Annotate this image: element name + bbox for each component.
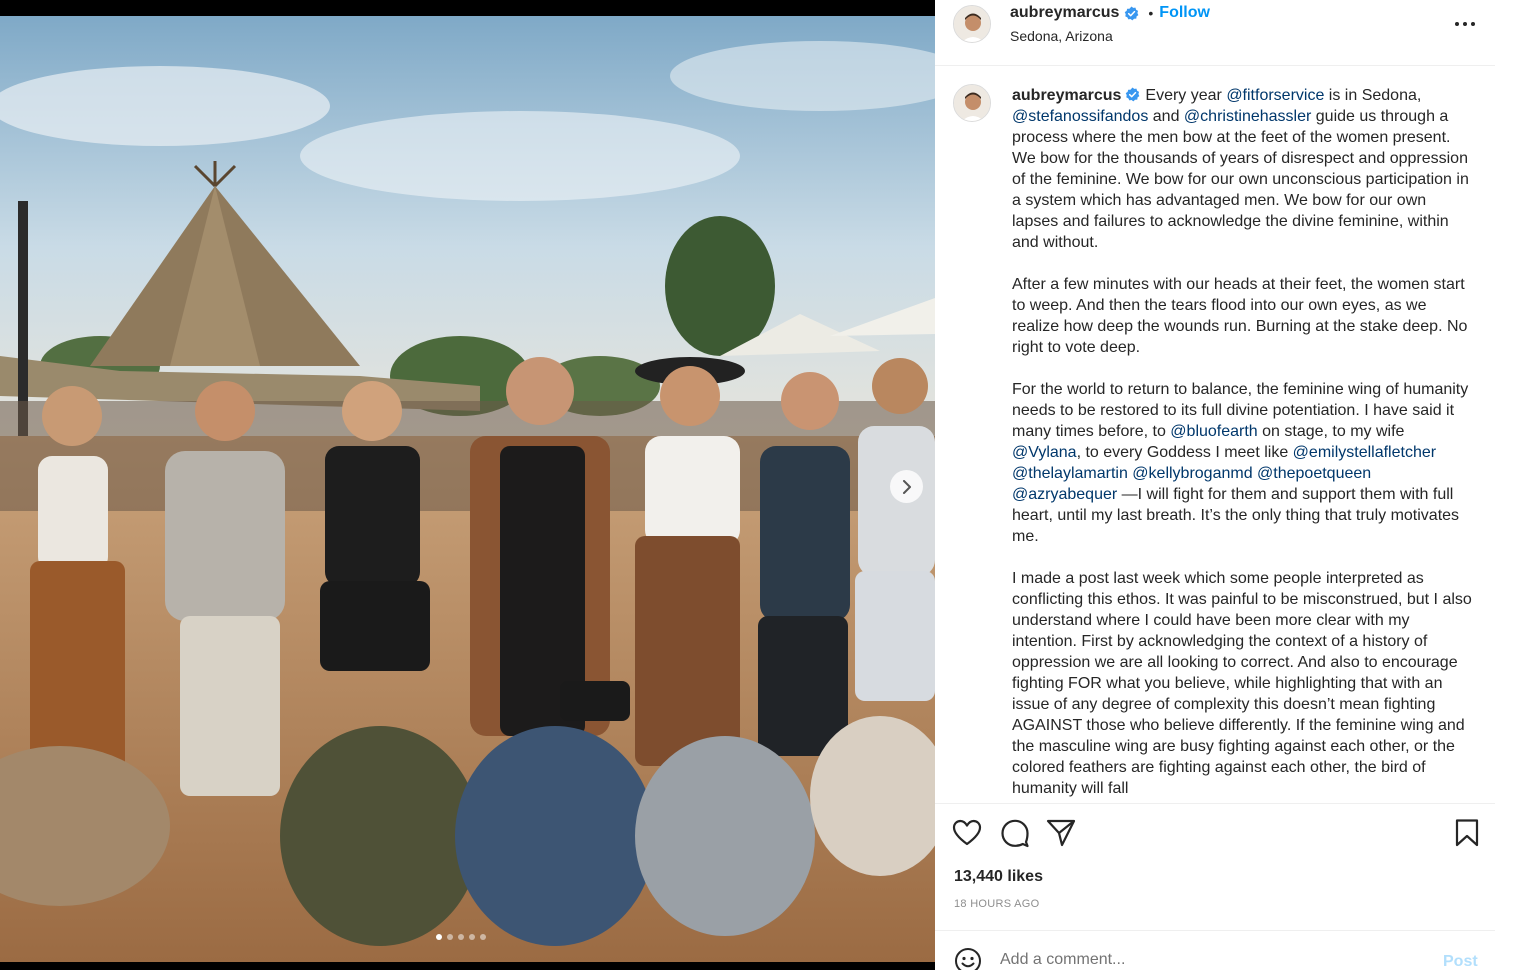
mention-link[interactable]: @thepoetqueen	[1257, 465, 1371, 482]
post-header: aubreymarcus • Follow Sedona, Arizona	[935, 0, 1495, 66]
location-link[interactable]: Sedona, Arizona	[1010, 28, 1113, 44]
carousel-indicator	[436, 934, 486, 940]
avatar[interactable]	[953, 84, 991, 122]
smiley-icon[interactable]	[954, 947, 982, 970]
caption-text: and	[1148, 108, 1184, 125]
like-count[interactable]: 13,440 likes	[954, 868, 1043, 886]
carousel-dot	[447, 934, 453, 940]
mention-link[interactable]: @christinehassler	[1184, 108, 1311, 125]
post-comment-button[interactable]: Post	[1443, 953, 1478, 970]
carousel-dot	[480, 934, 486, 940]
carousel-dot	[436, 934, 442, 940]
post-photo	[0, 16, 935, 962]
caption-paragraph-3: For the world to return to balance, the …	[1012, 379, 1472, 547]
caption-scroll-area[interactable]: aubreymarcus Every year @fitforservice is…	[935, 66, 1495, 804]
caption-text: guide us through a process where the men…	[1012, 108, 1469, 251]
mention-link[interactable]: @stefanossifandos	[1012, 108, 1148, 125]
caption-paragraph-4: I made a post last week which some peopl…	[1012, 570, 1472, 797]
post-caption: aubreymarcus Every year @fitforservice is…	[1012, 85, 1472, 803]
post-sidebar: aubreymarcus • Follow Sedona, Arizona au…	[935, 0, 1495, 970]
mention-link[interactable]: @fitforservice	[1226, 87, 1324, 104]
caption-username[interactable]: aubreymarcus	[1012, 87, 1121, 104]
mention-link[interactable]: @Vylana	[1012, 444, 1077, 461]
mention-link[interactable]: @bluofearth	[1170, 423, 1257, 440]
header-username[interactable]: aubreymarcus	[1010, 4, 1119, 22]
caption-text: is in Sedona,	[1324, 87, 1422, 104]
paper-plane-icon[interactable]	[1046, 818, 1076, 848]
follow-button[interactable]: Follow	[1159, 4, 1210, 22]
next-slide-button[interactable]	[890, 470, 923, 503]
caption-text: on stage, to my wife	[1257, 423, 1405, 440]
mention-link[interactable]: @emilystellafletcher	[1293, 444, 1436, 461]
profile-picture	[954, 85, 990, 121]
caption-text: , to every Goddess I meet like	[1076, 444, 1293, 461]
separator-dot: •	[1148, 5, 1154, 21]
caption-paragraph-2: After a few minutes with our heads at th…	[1012, 276, 1468, 356]
verified-badge-icon	[1126, 87, 1140, 102]
bookmark-icon[interactable]	[1452, 818, 1482, 848]
caption-paragraph-1: aubreymarcus Every year @fitforservice is…	[1012, 85, 1472, 253]
mention-link[interactable]: @azryabequer	[1012, 486, 1117, 503]
verified-badge-icon	[1125, 5, 1139, 20]
header-user-row: aubreymarcus • Follow	[1010, 4, 1210, 22]
carousel-dot	[469, 934, 475, 940]
profile-picture	[954, 6, 990, 42]
post-timestamp[interactable]: 18 HOURS AGO	[954, 898, 1040, 910]
ellipsis-icon[interactable]	[1453, 14, 1477, 34]
mention-link[interactable]: @thelaylamartin	[1012, 465, 1128, 482]
comment-bar: Post	[935, 930, 1495, 970]
avatar[interactable]	[953, 5, 991, 43]
action-bar	[935, 816, 1495, 856]
mention-link[interactable]: @kellybroganmd	[1132, 465, 1252, 482]
heart-icon[interactable]	[952, 818, 982, 848]
comment-bubble-icon[interactable]	[1000, 818, 1030, 848]
caption-text: Every year	[1145, 87, 1227, 104]
carousel-dot	[458, 934, 464, 940]
comment-input[interactable]	[1000, 951, 1420, 969]
chevron-right-icon	[902, 479, 911, 494]
post-photo-carousel[interactable]	[0, 0, 935, 970]
